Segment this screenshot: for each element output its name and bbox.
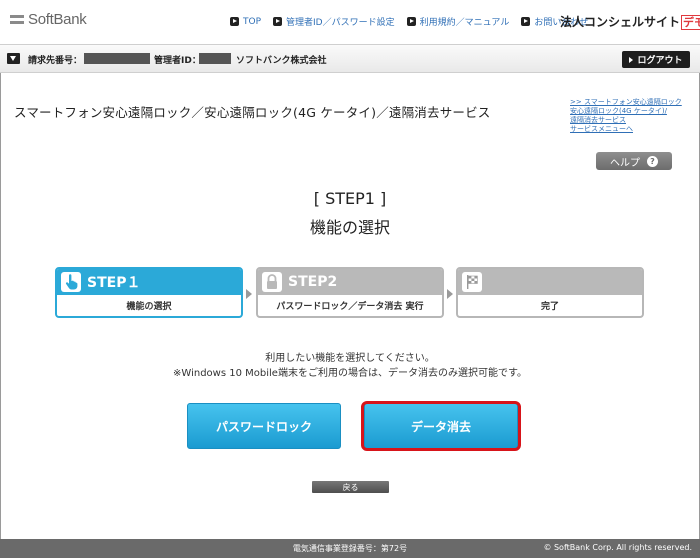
top-link-top[interactable]: TOP — [230, 17, 261, 27]
footer: 電気通信事業登録番号：第72号 © SoftBank Corp. All rig… — [0, 539, 700, 558]
step-2: STEP2 パスワードロック／データ消去 実行 — [256, 267, 444, 318]
help-label: ヘルプ — [610, 157, 640, 169]
footer-copyright: © SoftBank Corp. All rights reserved. — [543, 543, 692, 552]
top-link-label: 利用規約／マニュアル — [419, 18, 510, 28]
site-title-text: 法人コンシェルサイト — [560, 15, 681, 29]
service-menu-link-line[interactable]: 安心遠隔ロック(4G ケータイ)/ — [570, 107, 692, 116]
step-name: STEP１ — [87, 275, 141, 291]
arrow-right-icon — [629, 56, 634, 63]
account-dropdown-toggle[interactable] — [7, 53, 20, 64]
question-icon: ? — [647, 155, 658, 167]
instruction-text: 利用したい機能を選択してください。 — [265, 353, 435, 364]
softbank-logo[interactable]: SoftBank — [10, 11, 87, 28]
site-title: 法人コンシェルサイト デモ — [560, 13, 700, 30]
step-desc: パスワードロック／データ消去 実行 — [276, 302, 424, 312]
logout-label: ログアウト — [637, 56, 683, 66]
back-button[interactable]: 戻る — [312, 481, 389, 493]
chevron-right-icon — [447, 289, 453, 299]
lock-icon — [262, 272, 282, 292]
admin-id-label: 管理者ID： — [154, 56, 201, 66]
billing-number-redacted — [84, 53, 150, 64]
step-subheading: 機能の選択 — [309, 218, 390, 237]
step-desc: 機能の選択 — [126, 302, 172, 312]
help-button[interactable]: ヘルプ ? — [596, 152, 672, 170]
arrow-right-icon — [273, 17, 283, 26]
softbank-logo-icon — [10, 14, 24, 25]
step-desc: 完了 — [540, 302, 559, 312]
company-name: ソフトバンク株式会社 — [236, 56, 327, 66]
top-link-label: TOP — [243, 16, 262, 27]
chevron-right-icon — [246, 289, 252, 299]
password-lock-button[interactable]: パスワードロック — [187, 403, 341, 449]
admin-id-redacted — [199, 53, 231, 64]
account-bar: 請求先番号： 管理者ID： ソフトバンク株式会社 ログアウト — [0, 44, 700, 73]
demo-badge: デモ — [681, 15, 700, 30]
service-menu-link-line[interactable]: 遠隔消去サービス — [570, 116, 692, 125]
checkered-flag-icon — [462, 272, 482, 292]
page-title: スマートフォン安心遠隔ロック／安心遠隔ロック(4G ケータイ)／遠隔消去サービス — [14, 105, 491, 120]
service-menu-link[interactable]: >> スマートフォン安心遠隔ロック 安心遠隔ロック(4G ケータイ)/ 遠隔消去… — [570, 98, 692, 134]
header: SoftBank TOP 管理者ID／パスワード設定 利用規約／マニュアル お問… — [0, 0, 700, 44]
service-menu-link-line[interactable]: >> スマートフォン安心遠隔ロック — [570, 98, 692, 107]
top-links: TOP 管理者ID／パスワード設定 利用規約／マニュアル お問い合わせ — [230, 15, 600, 28]
logout-button[interactable]: ログアウト — [622, 51, 690, 68]
step-1: STEP１ 機能の選択 — [55, 267, 243, 318]
instruction-note: ※Windows 10 Mobile端末をご利用の場合は、データ消去のみ選択可能… — [173, 368, 527, 379]
hand-pointer-icon — [61, 272, 81, 292]
step-3: 完了 — [456, 267, 644, 318]
logo-text: SoftBank — [28, 11, 87, 28]
arrow-right-icon — [230, 17, 239, 26]
service-menu-link-line[interactable]: サービスメニューへ — [570, 125, 692, 134]
data-erase-button[interactable]: データ消去 — [364, 403, 518, 449]
billing-number-label: 請求先番号： — [28, 56, 83, 66]
step-name: STEP2 — [288, 274, 338, 290]
arrow-right-icon — [406, 17, 416, 26]
top-link-label: 管理者ID／パスワード設定 — [286, 18, 395, 28]
top-link-admin-settings[interactable]: 管理者ID／パスワード設定 — [273, 15, 395, 28]
arrow-right-icon — [521, 17, 531, 26]
top-link-terms-manual[interactable]: 利用規約／マニュアル — [406, 15, 510, 28]
step-heading: [ STEP1 ] — [313, 189, 387, 208]
